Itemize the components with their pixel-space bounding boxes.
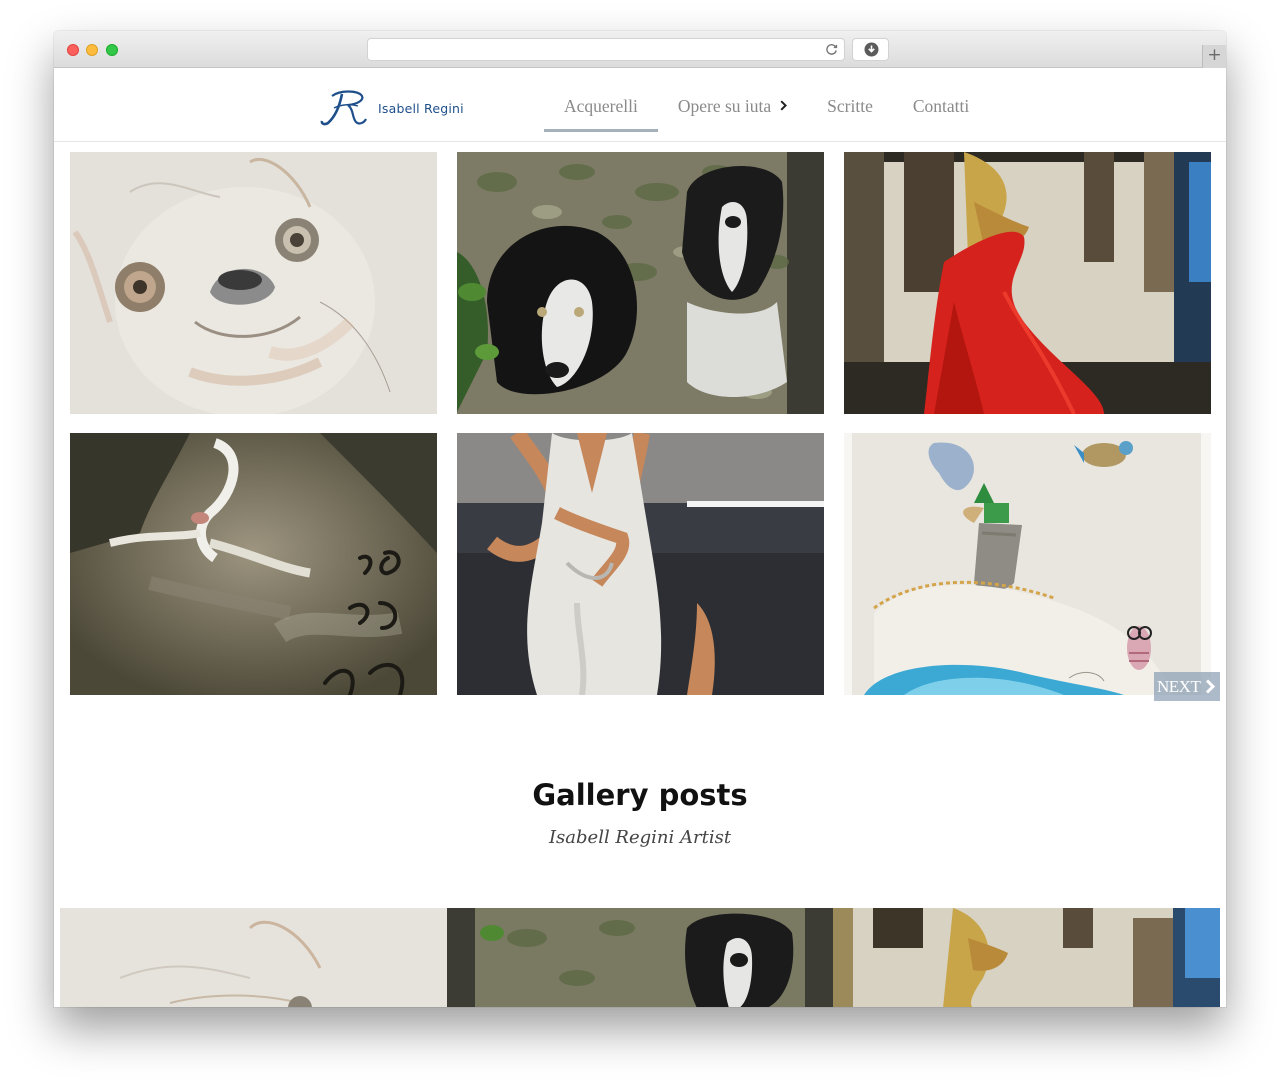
next-label: NEXT [1157,676,1201,696]
gallery-item-collies[interactable] [457,152,824,414]
download-icon [864,42,879,57]
gallery-grid [70,152,1211,695]
nav-item-scritte[interactable]: Scritte [807,69,893,142]
page-viewport: Isabell Regini Acquerelli Opere su iuta … [54,69,1226,1007]
logo-monogram-icon [320,90,367,126]
nav-item-label: Scritte [827,95,873,116]
post-thumbnail-bulldog[interactable] [60,908,447,1007]
gallery-item-red-dress[interactable] [844,152,1211,414]
gallery-item-white-dress[interactable] [457,433,824,695]
browser-titlebar: + [54,31,1226,68]
close-window-button[interactable] [67,44,79,56]
nav-item-acquerelli[interactable]: Acquerelli [544,69,658,142]
site-header: Isabell Regini Acquerelli Opere su iuta … [54,69,1226,142]
main-nav: Acquerelli Opere su iuta Scritte Contatt… [544,69,989,142]
minimize-window-button[interactable] [86,44,98,56]
nav-item-opere-su-iuta[interactable]: Opere su iuta [658,69,807,142]
download-button[interactable] [852,38,889,61]
reload-icon[interactable] [824,42,839,57]
new-tab-button[interactable]: + [1202,45,1226,68]
site-logo-link[interactable]: Isabell Regini [318,88,464,128]
gallery-item-cat[interactable] [70,433,437,695]
gallery-posts-strip [60,908,1220,1007]
section-subtitle: Isabell Regini Artist [548,827,732,848]
nav-item-contatti[interactable]: Contatti [893,69,989,142]
post-thumbnail-red-dress[interactable] [833,908,1220,1007]
logo-text: Isabell Regini [378,100,464,116]
gallery-item-bulldog[interactable] [70,152,437,414]
nav-item-label: Acquerelli [564,95,638,116]
section-title: Gallery posts [532,778,748,812]
gallery-item-boat[interactable] [844,433,1211,695]
gallery-next-button[interactable]: NEXT [1154,672,1220,701]
post-thumbnail-collies[interactable] [447,908,834,1007]
maximize-window-button[interactable] [106,44,118,56]
browser-window: + Isabell Regini Acquerelli Opere su iut… [54,31,1226,1007]
nav-item-label: Contatti [912,95,970,116]
nav-item-label: Opere su iuta [677,95,772,116]
chevron-right-icon [1206,679,1216,694]
address-bar[interactable] [367,38,845,61]
chevron-right-icon [780,100,788,111]
